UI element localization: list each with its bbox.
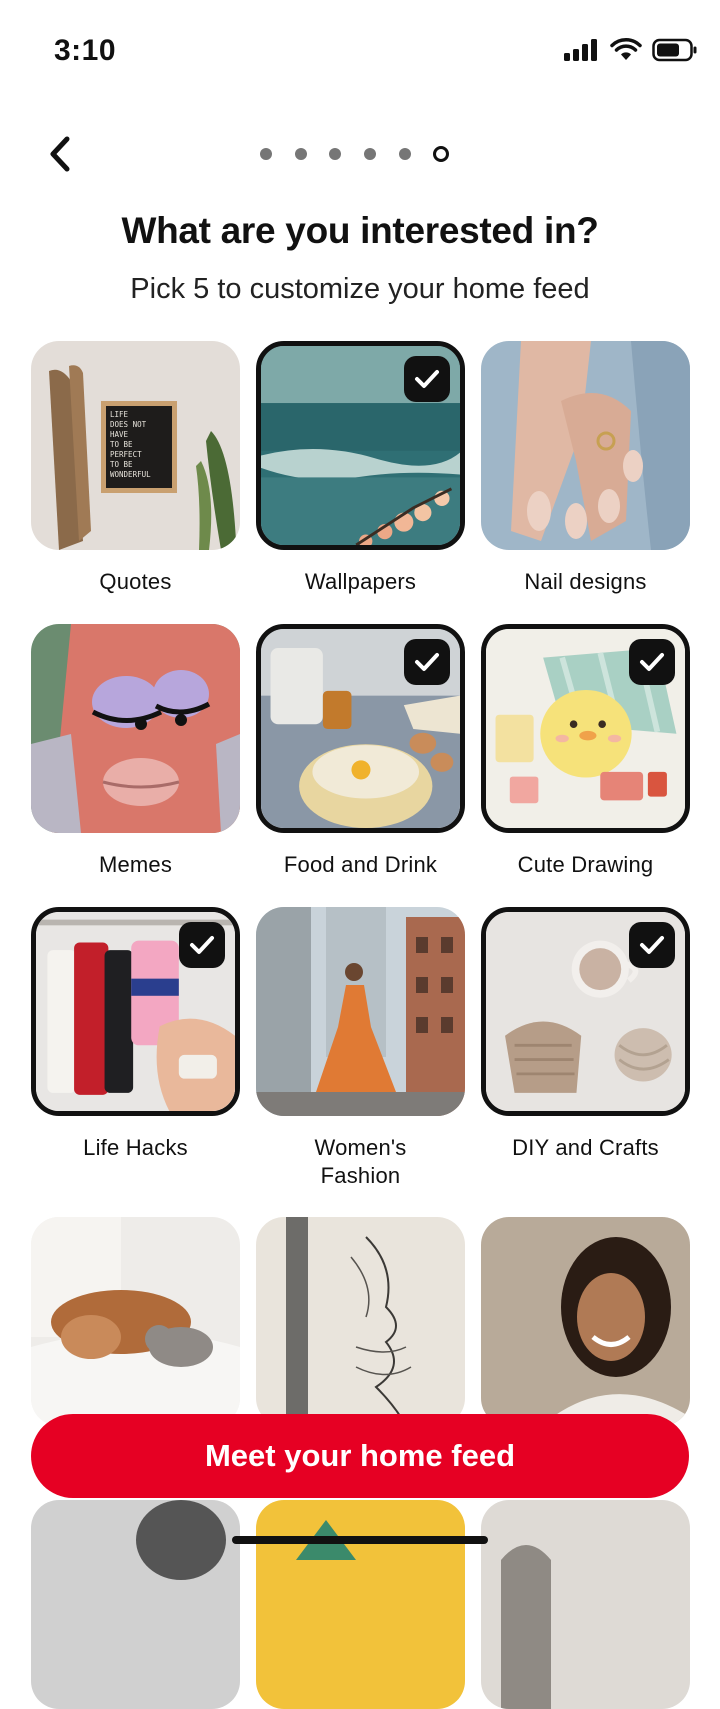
topic-tile-art[interactable] <box>256 1217 465 1426</box>
status-icons <box>564 38 698 62</box>
topic-tile-pets[interactable] <box>31 1217 240 1426</box>
svg-text:TO BE: TO BE <box>110 460 133 469</box>
meet-home-feed-button[interactable]: Meet your home feed <box>31 1414 689 1498</box>
topic-image <box>256 341 465 550</box>
topic-label: Wallpapers <box>304 569 417 594</box>
svg-text:TO BE: TO BE <box>110 440 133 449</box>
svg-text:LIFE: LIFE <box>110 410 129 419</box>
chevron-left-icon <box>50 136 70 172</box>
progress-dots <box>260 143 460 165</box>
page-title: What are you interested in? <box>121 210 599 251</box>
svg-text:HAVE: HAVE <box>110 430 129 439</box>
topic-tile-life-hacks[interactable]: Life Hacks <box>31 907 240 1162</box>
home-indicator <box>232 1536 488 1544</box>
womens-fashion-image <box>256 907 465 1116</box>
progress-dot <box>433 146 450 162</box>
topic-label: Food and Drink <box>283 852 438 877</box>
portrait-image <box>481 1217 690 1426</box>
status-time: 3:10 <box>54 34 117 67</box>
svg-text:DOES NOT: DOES NOT <box>110 420 147 429</box>
memes-image <box>31 624 240 833</box>
topic-image <box>481 624 690 833</box>
topic-tile-quotes[interactable]: LIFE DOES NOT HAVE TO BE PERFECT TO BE W… <box>31 341 240 596</box>
topic-image <box>256 1217 465 1426</box>
topic-image <box>31 1217 240 1426</box>
checkmark-icon <box>404 356 450 402</box>
topic-tile-womens-fashion[interactable]: Women's Fashion <box>256 907 465 1190</box>
checkmark-icon <box>629 922 675 968</box>
topic-tile-row5-b[interactable] <box>256 1500 465 1709</box>
progress-dot <box>329 148 342 160</box>
cellular-signal-icon <box>564 39 597 61</box>
topic-tile-diy-and-crafts[interactable]: DIY and Crafts <box>481 907 690 1162</box>
bw-photo-image <box>31 1500 240 1709</box>
tropical-image <box>256 1500 465 1709</box>
progress-dot <box>294 148 307 160</box>
topic-image <box>31 907 240 1116</box>
topic-image <box>31 1500 240 1709</box>
art-sketch-image <box>256 1217 465 1426</box>
page-subtitle: Pick 5 to customize your home feed <box>130 273 590 305</box>
topic-tile-food-and-drink[interactable]: Food and Drink <box>256 624 465 879</box>
topic-image <box>256 1500 465 1709</box>
pets-image <box>31 1217 240 1426</box>
svg-text:WONDERFUL: WONDERFUL <box>110 470 151 479</box>
topic-label: Memes <box>98 852 173 877</box>
svg-text:PERFECT: PERFECT <box>110 450 142 459</box>
topic-label: Cute Drawing <box>517 852 654 877</box>
topic-tile-row5-a[interactable] <box>31 1500 240 1709</box>
progress-dot <box>260 148 272 160</box>
wifi-icon <box>610 38 642 60</box>
topic-tile-memes[interactable]: Memes <box>31 624 240 879</box>
topic-image <box>31 624 240 833</box>
topic-label: Life Hacks <box>83 1135 188 1160</box>
progress-dot <box>398 148 411 160</box>
topic-label: Quotes <box>99 569 172 594</box>
checkmark-icon <box>179 922 225 968</box>
topic-label: Nail designs <box>524 569 647 594</box>
topic-tile-portrait[interactable] <box>481 1217 690 1426</box>
topic-image <box>481 1217 690 1426</box>
interior-image <box>481 1500 690 1709</box>
topic-label: DIY and Crafts <box>512 1135 659 1160</box>
topic-image <box>481 1500 690 1709</box>
quotes-image: LIFE DOES NOT HAVE TO BE PERFECT TO BE W… <box>31 341 240 550</box>
checkmark-icon <box>404 639 450 685</box>
battery-icon <box>652 38 697 62</box>
topic-image <box>256 624 465 833</box>
topic-image: LIFE DOES NOT HAVE TO BE PERFECT TO BE W… <box>31 341 240 550</box>
progress-dot <box>364 148 377 160</box>
topic-tile-row5-c[interactable] <box>481 1500 690 1709</box>
topic-tile-nail-designs[interactable]: Nail designs <box>481 341 690 596</box>
topic-image <box>481 341 690 550</box>
status-bar: 3:10 <box>0 0 720 100</box>
nail-designs-image <box>481 341 690 550</box>
topic-tile-wallpapers[interactable]: Wallpapers <box>256 341 465 596</box>
checkmark-icon <box>629 639 675 685</box>
back-button[interactable] <box>40 132 80 176</box>
topic-tile-cute-drawing[interactable]: Cute Drawing <box>481 624 690 879</box>
topic-image <box>481 907 690 1116</box>
topic-image <box>256 907 465 1116</box>
topic-label: Women's Fashion <box>314 1135 407 1188</box>
